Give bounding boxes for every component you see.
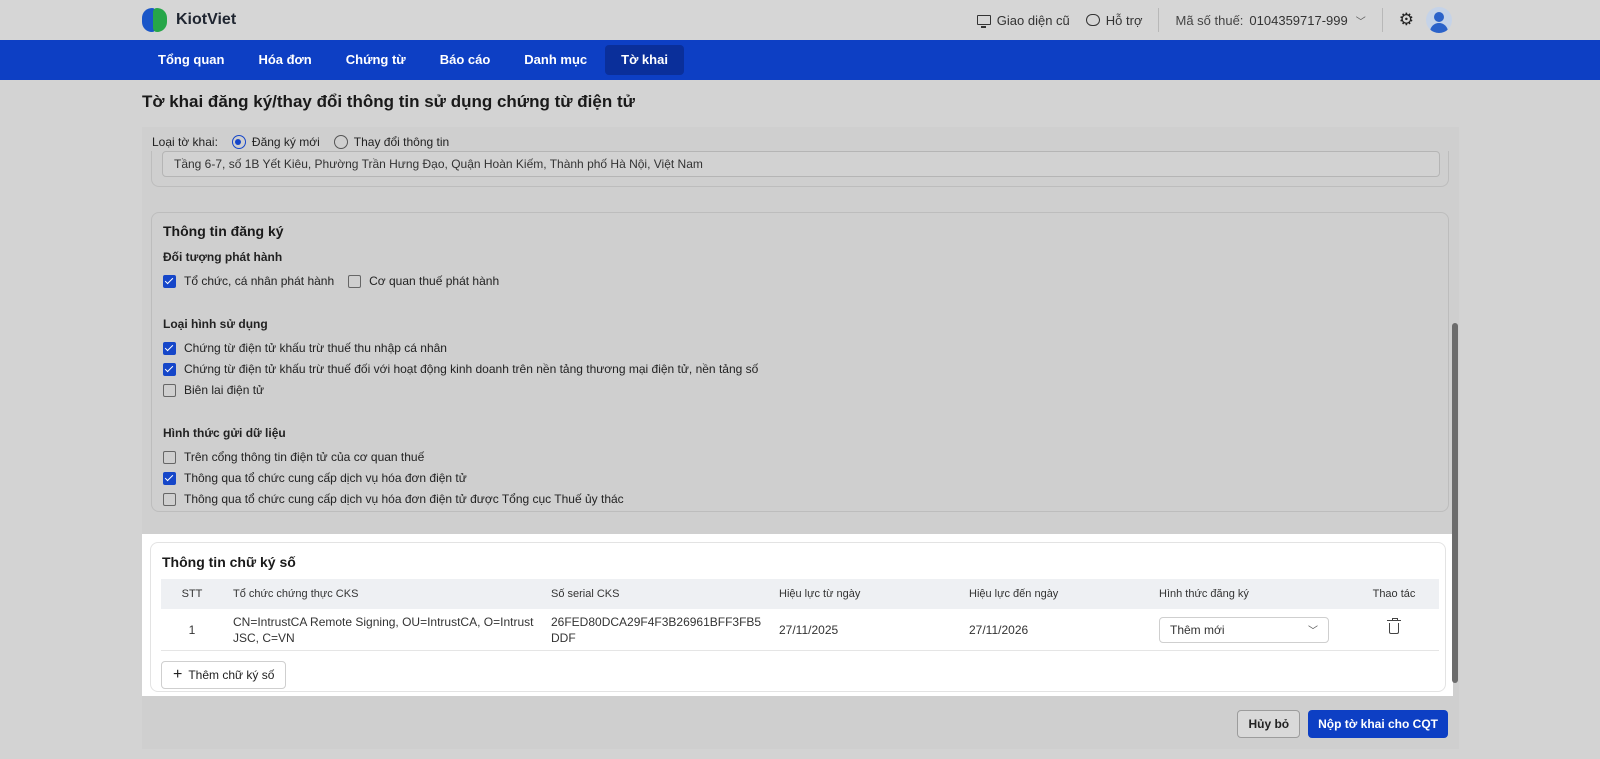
radio-change-info-label[interactable]: Thay đổi thông tin: [354, 135, 449, 149]
column-header: Thao tác: [1372, 588, 1416, 600]
checkbox-tax-authority-issuer-label[interactable]: Cơ quan thuế phát hành: [369, 274, 499, 288]
tax-code-selector[interactable]: Mã số thuế: 0104359717-999 ﹀: [1175, 13, 1365, 28]
registration-section: Thông tin đăng ký Đối tượng phát hành Tổ…: [151, 212, 1449, 512]
page-title: Tờ khai đăng ký/thay đổi thông tin sử dụ…: [142, 92, 635, 111]
nav-item-reports[interactable]: Báo cáo: [424, 45, 507, 75]
app-logo[interactable]: KiotViet: [142, 6, 236, 34]
checkbox-usage-receipt-label[interactable]: Biên lai điện tử: [184, 383, 264, 397]
scrollbar-thumb[interactable]: [1452, 323, 1458, 683]
old-ui-label: Giao diện cũ: [996, 12, 1070, 28]
checkbox-send-provider-label[interactable]: Thông qua tổ chức cung cấp dịch vụ hóa đ…: [184, 471, 467, 485]
top-bar: KiotViet Giao diện cũ Hỗ trợ Mã số thuế:…: [0, 0, 1600, 40]
logo-text: KiotViet: [176, 11, 237, 28]
signature-title: Thông tin chữ ký số: [162, 554, 296, 570]
nav-item-overview[interactable]: Tổng quan: [142, 45, 240, 75]
address-section: Tầng 6-7, số 1B Yết Kiêu, Phường Trần Hư…: [151, 151, 1449, 187]
signature-section: Thông tin chữ ký số STT Tổ chức chứng th…: [142, 534, 1453, 696]
nav-item-declaration[interactable]: Tờ khai: [605, 45, 684, 75]
form-actions: Hủy bỏ Nộp tờ khai cho CQT: [1237, 710, 1448, 738]
row-ca-org: CN=IntrustCA Remote Signing, OU=IntrustC…: [233, 614, 534, 645]
radio-new-registration-label[interactable]: Đăng ký mới: [252, 135, 320, 149]
checkbox-send-authorized-provider-label[interactable]: Thông qua tổ chức cung cấp dịch vụ hóa đ…: [184, 492, 624, 506]
add-signature-button[interactable]: + Thêm chữ ký số: [161, 661, 287, 689]
chat-icon: [1085, 14, 1100, 26]
checkbox-org-issuer[interactable]: [163, 274, 176, 288]
row-serial: 26FED80DCA29F4F3B26961BFF3FB5DDF: [551, 614, 762, 645]
usage-title: Loại hình sử dụng: [163, 317, 268, 331]
row-registration-type: Thêm mới ﹀: [1149, 616, 1349, 643]
address-field[interactable]: Tầng 6-7, số 1B Yết Kiêu, Phường Trần Hư…: [162, 151, 1440, 177]
gear-icon[interactable]: ⚙: [1399, 10, 1414, 30]
main-nav: Tổng quan Hóa đơn Chứng từ Báo cáo Danh …: [0, 40, 1600, 80]
cancel-button[interactable]: Hủy bỏ: [1237, 710, 1301, 738]
add-signature-label: Thêm chữ ký số: [188, 668, 275, 682]
send-method-title: Hình thức gửi dữ liệu: [163, 426, 286, 440]
checkbox-org-issuer-label[interactable]: Tổ chức, cá nhân phát hành: [184, 274, 334, 288]
issuer-options: Tổ chức, cá nhân phát hành Cơ quan thuế …: [163, 274, 499, 288]
signature-table: STT Tổ chức chứng thực CKS Số serial CKS…: [161, 579, 1439, 651]
old-ui-link[interactable]: Giao diện cũ: [976, 12, 1070, 28]
checkbox-usage-pit-label[interactable]: Chứng từ điện tử khấu trừ thuế thu nhập …: [184, 341, 447, 355]
column-header: Hiệu lực từ ngày: [779, 588, 861, 600]
declaration-type-row: Loại tờ khai: Đăng ký mới Thay đổi thông…: [152, 135, 449, 149]
row-valid-from: 27/11/2025: [779, 622, 839, 637]
monitor-icon: [976, 15, 991, 28]
declaration-type-label: Loại tờ khai:: [152, 135, 218, 149]
row-stt: 1: [188, 622, 196, 637]
send-option-portal[interactable]: Trên cổng thông tin điện tử của cơ quan …: [163, 450, 424, 464]
checkbox-send-portal-label[interactable]: Trên cổng thông tin điện tử của cơ quan …: [184, 450, 424, 464]
send-option-provider[interactable]: Thông qua tổ chức cung cấp dịch vụ hóa đ…: [163, 471, 467, 485]
table-header: STT Tổ chức chứng thực CKS Số serial CKS…: [161, 579, 1439, 609]
row-valid-to: 27/11/2026: [969, 622, 1029, 637]
checkbox-send-portal[interactable]: [163, 450, 176, 464]
tax-code-value: 0104359717-999: [1249, 12, 1348, 28]
checkbox-tax-authority-issuer[interactable]: [348, 274, 362, 288]
radio-change-info[interactable]: [333, 135, 348, 149]
checkbox-send-authorized-provider[interactable]: [163, 492, 176, 506]
checkbox-usage-ecommerce-label[interactable]: Chứng từ điện tử khấu trừ thuế đối với h…: [184, 362, 758, 376]
registration-title: Thông tin đăng ký: [163, 223, 284, 239]
support-label: Hỗ trợ: [1105, 12, 1143, 28]
send-option-authorized-provider[interactable]: Thông qua tổ chức cung cấp dịch vụ hóa đ…: [163, 492, 624, 506]
scrollbar[interactable]: [1452, 127, 1458, 683]
tax-code-label: Mã số thuế:: [1175, 12, 1244, 28]
column-header: Hiệu lực đến ngày: [969, 588, 1059, 600]
top-right-actions: Giao diện cũ Hỗ trợ Mã số thuế: 01043597…: [961, 0, 1452, 40]
usage-option-pit[interactable]: Chứng từ điện tử khấu trừ thuế thu nhập …: [163, 341, 447, 355]
nav-item-documents[interactable]: Chứng từ: [330, 45, 422, 75]
submit-button[interactable]: Nộp tờ khai cho CQT: [1308, 710, 1448, 738]
registration-type-value: Thêm mới: [1170, 622, 1225, 637]
checkbox-usage-pit[interactable]: [163, 341, 176, 355]
column-header: Số serial CKS: [551, 588, 620, 600]
checkbox-usage-receipt[interactable]: [163, 383, 176, 397]
nav-item-catalog[interactable]: Danh mục: [508, 45, 603, 75]
divider: [1381, 8, 1383, 32]
checkbox-usage-ecommerce[interactable]: [163, 362, 176, 376]
support-link[interactable]: Hỗ trợ: [1085, 12, 1143, 28]
divider: [1158, 8, 1160, 32]
radio-new-registration[interactable]: [231, 135, 246, 149]
column-header: Hình thức đăng ký: [1159, 588, 1249, 600]
plus-icon: +: [173, 666, 183, 683]
issuer-title: Đối tượng phát hành: [163, 250, 283, 264]
trash-icon[interactable]: [1387, 617, 1401, 634]
row-actions: [1349, 617, 1439, 637]
usage-option-ecommerce[interactable]: Chứng từ điện tử khấu trừ thuế đối với h…: [163, 362, 758, 376]
usage-option-receipt[interactable]: Biên lai điện tử: [163, 383, 264, 397]
kiotviet-logo-icon: [142, 6, 170, 34]
user-avatar-icon[interactable]: [1426, 7, 1452, 33]
table-row: 1 CN=IntrustCA Remote Signing, OU=Intrus…: [161, 609, 1439, 651]
chevron-down-icon: ﹀: [1355, 16, 1366, 28]
column-header: STT: [181, 588, 203, 600]
column-header: Tổ chức chứng thực CKS: [233, 588, 359, 600]
nav-item-invoices[interactable]: Hóa đơn: [242, 45, 327, 75]
checkbox-send-provider[interactable]: [163, 471, 176, 485]
chevron-down-icon: ﹀: [1308, 626, 1318, 637]
registration-type-select[interactable]: Thêm mới ﹀: [1159, 616, 1329, 643]
